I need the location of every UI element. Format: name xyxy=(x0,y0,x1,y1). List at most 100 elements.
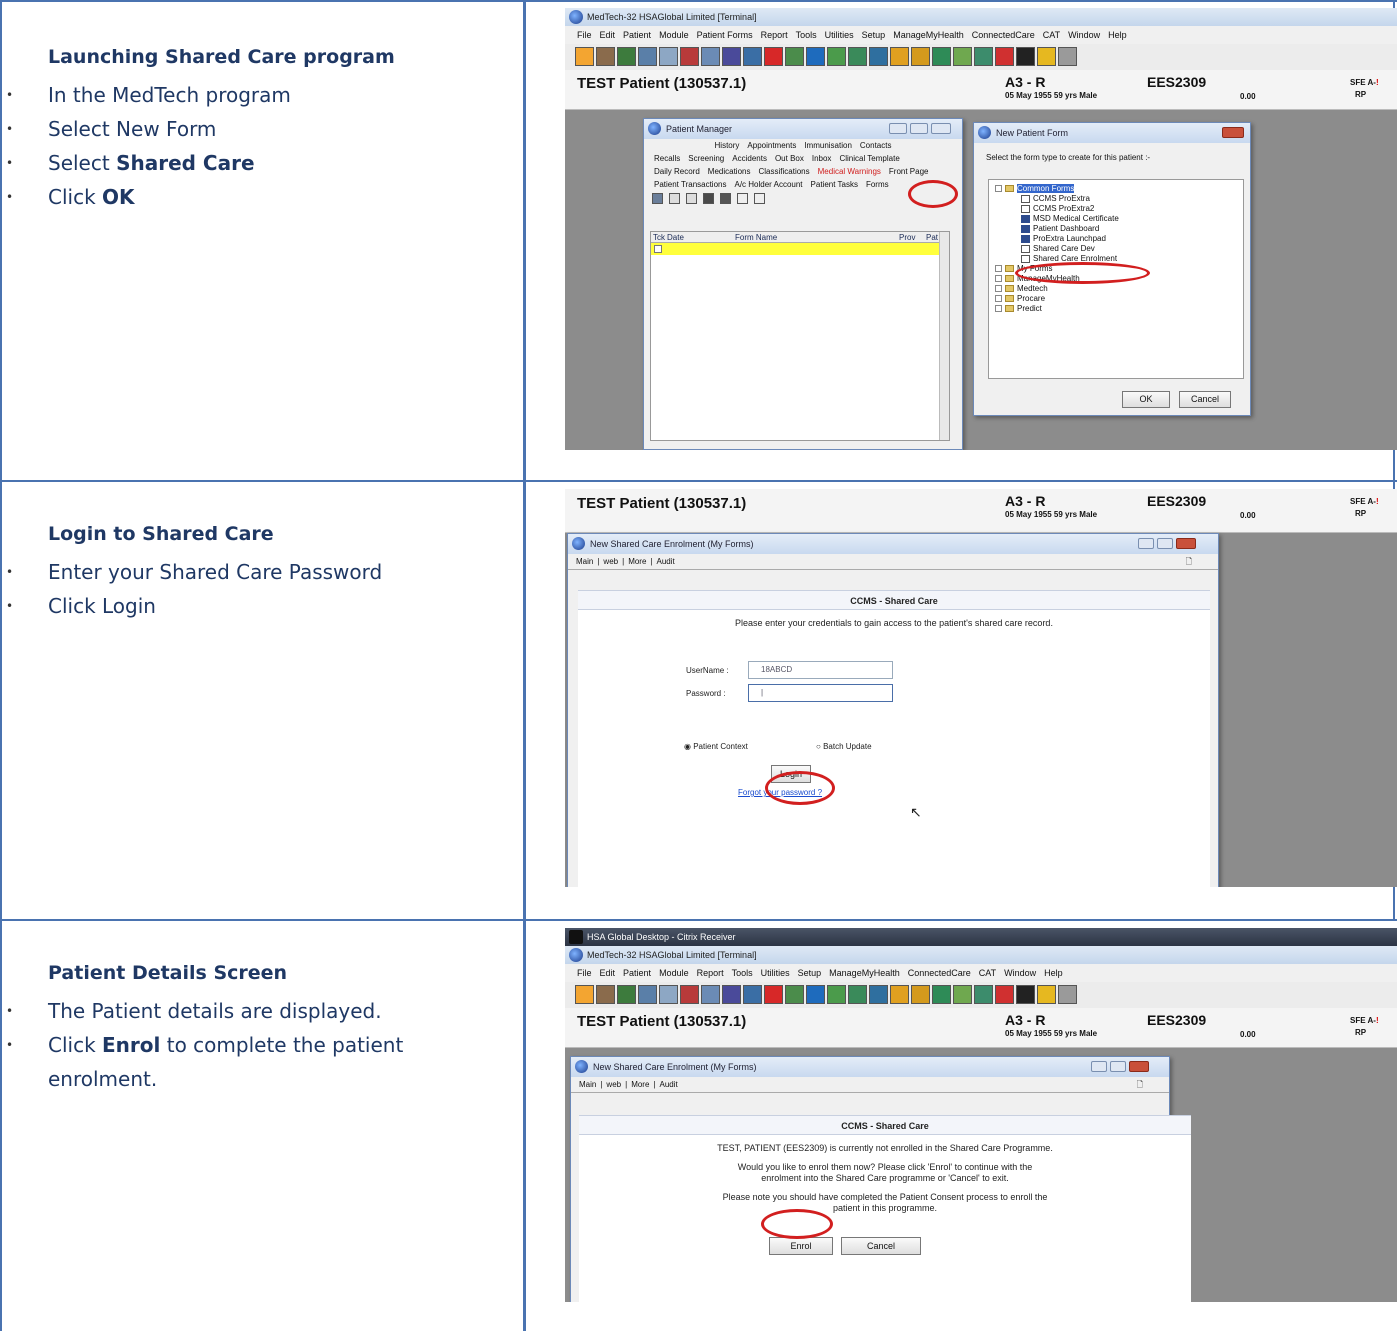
close-icon[interactable] xyxy=(1176,538,1196,549)
toolbar-button-icon[interactable] xyxy=(785,47,804,66)
toolbar-button-icon[interactable] xyxy=(764,985,783,1004)
print-icon[interactable] xyxy=(720,193,731,204)
menu-item-module[interactable]: Module xyxy=(659,968,689,978)
expand-icon[interactable] xyxy=(995,295,1002,303)
minimize-icon[interactable] xyxy=(889,123,907,134)
toolbar-button-icon[interactable] xyxy=(1016,47,1035,66)
menu-item-tools[interactable]: Tools xyxy=(732,968,753,978)
toolbar-button-icon[interactable] xyxy=(1058,47,1077,66)
menu-item-connectedcare[interactable]: ConnectedCare xyxy=(972,30,1035,40)
tab-recalls[interactable]: Recalls xyxy=(654,154,680,163)
close-icon[interactable] xyxy=(1222,127,1244,138)
col-pat[interactable]: Pat xyxy=(926,232,938,243)
tab-patient-tasks[interactable]: Patient Tasks xyxy=(811,180,858,189)
tab-contacts[interactable]: Contacts xyxy=(860,141,892,150)
toolbar-button-icon[interactable] xyxy=(932,47,951,66)
toolbar-button-icon[interactable] xyxy=(638,47,657,66)
menu-item-patient[interactable]: Patient xyxy=(623,968,651,978)
col-date[interactable]: Date xyxy=(667,232,684,243)
tab-audit[interactable]: Audit xyxy=(660,1080,678,1089)
menu-item-file[interactable]: File xyxy=(577,968,592,978)
menu-item-utilities[interactable]: Utilities xyxy=(761,968,790,978)
tree-folder[interactable]: Procare xyxy=(995,294,1237,304)
menu-item-cat[interactable]: CAT xyxy=(1043,30,1060,40)
password-field[interactable]: | xyxy=(748,684,893,702)
tab-medications[interactable]: Medications xyxy=(708,167,751,176)
tree-folder[interactable]: Common Forms xyxy=(995,184,1237,194)
toolbar-button-icon[interactable] xyxy=(659,985,678,1004)
col-form-name[interactable]: Form Name xyxy=(735,232,777,243)
expand-icon[interactable] xyxy=(995,265,1002,273)
menu-item-help[interactable]: Help xyxy=(1108,30,1127,40)
tab-main[interactable]: Main xyxy=(579,1080,596,1089)
minimize-icon[interactable] xyxy=(1091,1061,1107,1072)
tab-forms[interactable]: Forms xyxy=(866,180,889,189)
tab-web[interactable]: web xyxy=(603,557,618,566)
toolbar-button-icon[interactable] xyxy=(722,985,741,1004)
toolbar-button-icon[interactable] xyxy=(932,985,951,1004)
menu-item-managemyhealth[interactable]: ManageMyHealth xyxy=(893,30,964,40)
tree-item[interactable]: ProExtra Launchpad xyxy=(995,234,1237,244)
enrol-button[interactable]: Enrol xyxy=(769,1237,833,1255)
tab-a-c-holder-account[interactable]: A/c Holder Account xyxy=(734,180,802,189)
menu-item-module[interactable]: Module xyxy=(659,30,689,40)
toolbar-button-icon[interactable] xyxy=(827,47,846,66)
col-prov[interactable]: Prov xyxy=(899,232,915,243)
menu-item-cat[interactable]: CAT xyxy=(979,968,996,978)
tree-folder[interactable]: Predict xyxy=(995,304,1237,314)
page-icon[interactable]: 🗋 xyxy=(1186,554,1192,570)
toolbar-button-icon[interactable] xyxy=(911,47,930,66)
toolbar-button-icon[interactable] xyxy=(869,985,888,1004)
menu-item-patientforms[interactable]: Patient Forms xyxy=(697,30,753,40)
tree-item[interactable]: Patient Dashboard xyxy=(995,224,1237,234)
tab-screening[interactable]: Screening xyxy=(688,154,724,163)
toolbar-button-icon[interactable] xyxy=(1058,985,1077,1004)
menu-item-file[interactable]: File xyxy=(577,30,592,40)
toolbar-button-icon[interactable] xyxy=(806,985,825,1004)
row-checkbox[interactable] xyxy=(654,245,662,253)
tab-history[interactable]: History xyxy=(715,141,740,150)
menu-item-tools[interactable]: Tools xyxy=(796,30,817,40)
maximize-icon[interactable] xyxy=(1157,538,1173,549)
minimize-icon[interactable] xyxy=(1138,538,1154,549)
close-icon[interactable] xyxy=(931,123,951,134)
toolbar-button-icon[interactable] xyxy=(974,985,993,1004)
expand-icon[interactable] xyxy=(995,305,1002,313)
page-icon[interactable]: 🗋 xyxy=(1137,1077,1143,1093)
toolbar-button-icon[interactable] xyxy=(995,985,1014,1004)
maximize-icon[interactable] xyxy=(1110,1061,1126,1072)
toolbar-button-icon[interactable] xyxy=(764,47,783,66)
tab-more[interactable]: More xyxy=(628,557,646,566)
close-icon[interactable] xyxy=(1129,1061,1149,1072)
menu-item-window[interactable]: Window xyxy=(1068,30,1100,40)
table-row[interactable] xyxy=(651,243,949,255)
toolbar-button-icon[interactable] xyxy=(1037,985,1056,1004)
toolbar-button-icon[interactable] xyxy=(575,985,594,1004)
report-icon[interactable] xyxy=(703,193,714,204)
toolbar-button-icon[interactable] xyxy=(638,985,657,1004)
toolbar-button-icon[interactable] xyxy=(722,47,741,66)
username-field[interactable]: 18ABCD xyxy=(748,661,893,679)
paste-icon[interactable] xyxy=(686,193,697,204)
toolbar-button-icon[interactable] xyxy=(617,985,636,1004)
expand-icon[interactable] xyxy=(995,285,1002,293)
toolbar-button-icon[interactable] xyxy=(995,47,1014,66)
menu-item-managemyhealth[interactable]: ManageMyHealth xyxy=(829,968,900,978)
tree-item[interactable]: CCMS ProExtra xyxy=(995,194,1237,204)
tab-web[interactable]: web xyxy=(606,1080,621,1089)
toolbar-button-icon[interactable] xyxy=(869,47,888,66)
toolbar-button-icon[interactable] xyxy=(701,47,720,66)
patient-context-radio[interactable]: ◉ Patient Context xyxy=(684,742,748,751)
menu-item-window[interactable]: Window xyxy=(1004,968,1036,978)
toolbar-button-icon[interactable] xyxy=(1016,985,1035,1004)
toolbar-button-icon[interactable] xyxy=(659,47,678,66)
toolbar-button-icon[interactable] xyxy=(848,985,867,1004)
tab-accidents[interactable]: Accidents xyxy=(732,154,767,163)
menu-item-edit[interactable]: Edit xyxy=(600,968,616,978)
tab-front-page[interactable]: Front Page xyxy=(889,167,929,176)
toolbar-button-icon[interactable] xyxy=(974,47,993,66)
toolbar-button-icon[interactable] xyxy=(911,985,930,1004)
tab-classifications[interactable]: Classifications xyxy=(758,167,809,176)
toolbar-button-icon[interactable] xyxy=(890,985,909,1004)
tab-more[interactable]: More xyxy=(631,1080,649,1089)
